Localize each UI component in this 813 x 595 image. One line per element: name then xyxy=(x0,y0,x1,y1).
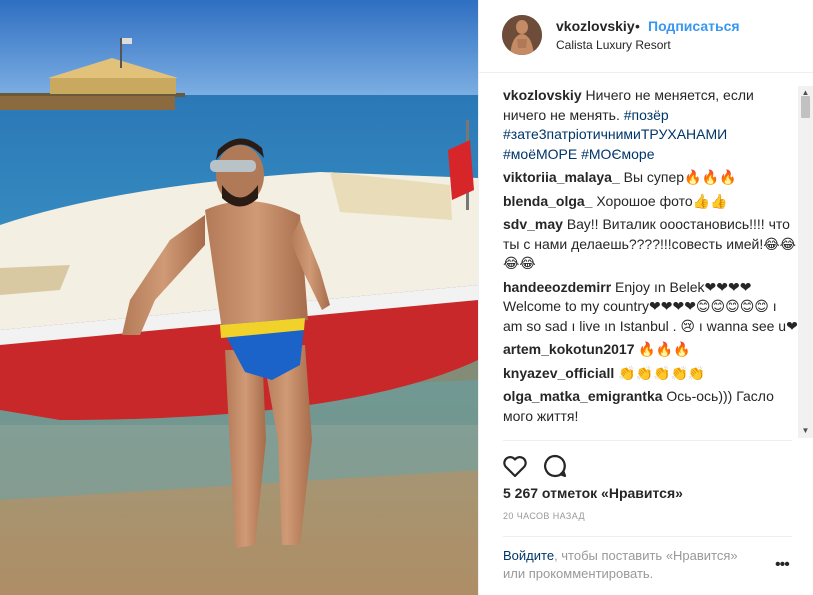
post-actions: 5 267 отметок «Нравится» 20 ЧАСОВ НАЗАД … xyxy=(479,440,813,590)
speech-bubble-icon[interactable] xyxy=(540,451,570,481)
comment-item: olga_matka_emigrantka Ось-ось))) Гасло м… xyxy=(503,387,798,426)
comment-item: viktoriia_malaya_ Вы супер🔥🔥🔥 xyxy=(503,168,798,188)
comment-username[interactable]: olga_matka_emigrantka xyxy=(503,388,663,404)
follow-button[interactable]: Подписаться xyxy=(648,18,740,34)
comment-username[interactable]: handeeozdemirr xyxy=(503,279,611,295)
comment-text: 👏👏👏👏👏 xyxy=(618,364,706,381)
comment-username[interactable]: sdv_may xyxy=(503,216,563,232)
comment-username[interactable]: viktoriia_malaya_ xyxy=(503,169,620,185)
login-link[interactable]: Войдите xyxy=(503,548,554,563)
header-separator: • xyxy=(635,18,640,34)
likes-count[interactable]: 5 267 отметок «Нравится» xyxy=(503,485,683,501)
post-header: vkozlovskiy • Подписаться Calista Luxury… xyxy=(479,0,813,73)
avatar[interactable] xyxy=(502,15,542,55)
comment-item: artem_kokotun2017 🔥🔥🔥 xyxy=(503,340,798,360)
login-prompt: Войдите, чтобы поставить «Нравится» или … xyxy=(503,547,763,583)
heart-outline-icon[interactable] xyxy=(500,451,530,481)
comment-username[interactable]: vkozlovskiy xyxy=(503,87,582,103)
comment-username[interactable]: artem_kokotun2017 xyxy=(503,341,635,357)
divider xyxy=(503,440,792,441)
comment-username[interactable]: knyazev_officiall xyxy=(503,365,614,381)
divider xyxy=(503,536,792,537)
post-timestamp[interactable]: 20 ЧАСОВ НАЗАД xyxy=(503,511,585,521)
scrollbar-thumb[interactable] xyxy=(801,96,810,118)
comment-text: Вы супер🔥🔥🔥 xyxy=(623,169,737,185)
header-username[interactable]: vkozlovskiy xyxy=(556,18,635,34)
location-link[interactable]: Calista Luxury Resort xyxy=(556,38,671,52)
caption: vkozlovskiy Ничего не меняется, если нич… xyxy=(503,86,798,164)
comment-item: handeeozdemirr Enjoy ın Belek❤❤❤❤ Welcom… xyxy=(503,278,798,337)
comments-scrollbar[interactable]: ▲ ▼ xyxy=(798,86,813,438)
post-side-panel: vkozlovskiy • Подписаться Calista Luxury… xyxy=(478,0,813,595)
comment-username[interactable]: blenda_olga_ xyxy=(503,193,592,209)
comments-list[interactable]: vkozlovskiy Ничего не меняется, если нич… xyxy=(503,86,798,438)
comment-item: blenda_olga_ Хорошое фото👍👍 xyxy=(503,192,798,212)
comment-text: Хорошое фото👍👍 xyxy=(596,192,728,209)
scroll-down-arrow-icon[interactable]: ▼ xyxy=(798,424,813,438)
comment-item: sdv_may Вау!! Виталик ооостановись!!!! ч… xyxy=(503,215,798,274)
more-options-icon[interactable]: ••• xyxy=(775,556,790,574)
post-photo[interactable] xyxy=(0,0,478,595)
comment-item: knyazev_officiall 👏👏👏👏👏 xyxy=(503,364,798,384)
comment-text: 🔥🔥🔥 xyxy=(638,341,691,357)
